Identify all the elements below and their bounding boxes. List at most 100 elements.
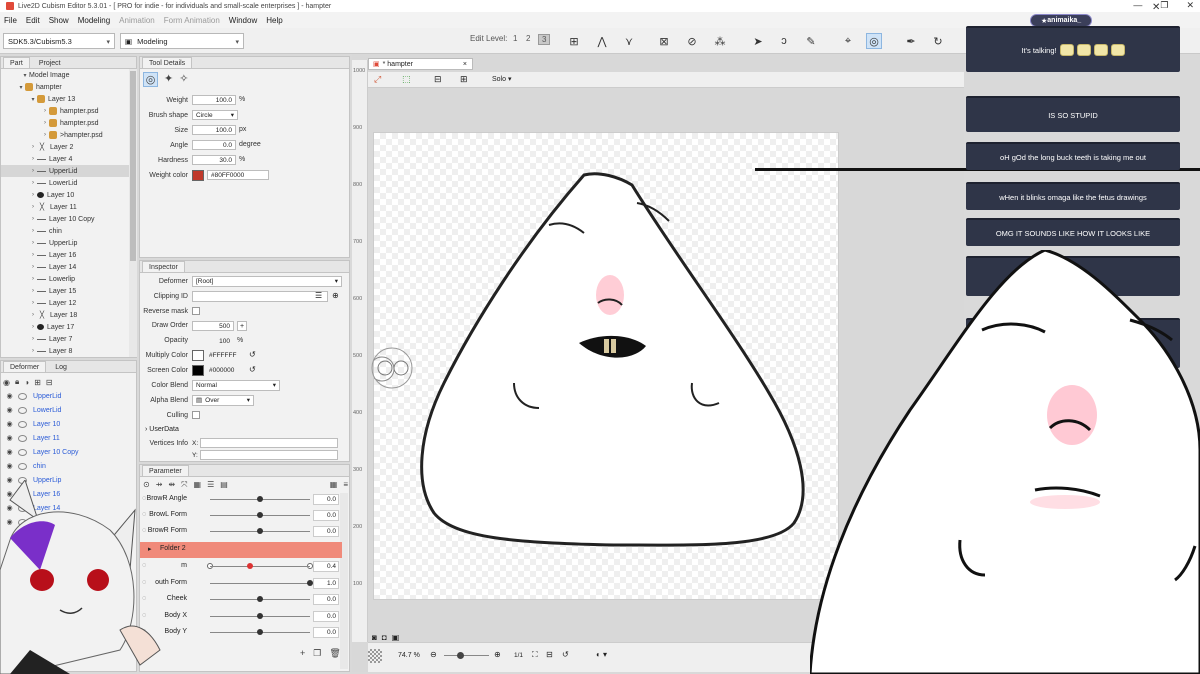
zoom-out-icon[interactable]: ⊖ bbox=[430, 650, 437, 659]
parameter-slider-knob[interactable] bbox=[247, 563, 253, 569]
mode-select[interactable]: ▣ Modeling ▾ bbox=[120, 33, 244, 49]
arrange-icon[interactable]: ⤢ bbox=[374, 74, 381, 85]
calendar-icon[interactable]: ▦ bbox=[330, 480, 338, 492]
weight-color-field[interactable]: #80FF0000 bbox=[207, 170, 269, 180]
ruler-icon[interactable]: ⊞ bbox=[460, 74, 468, 85]
part-tree-item[interactable]: › UpperLip bbox=[1, 237, 129, 249]
chevron-right-icon[interactable]: › bbox=[29, 300, 37, 306]
parameter-value[interactable]: 0.0 bbox=[313, 526, 339, 537]
chevron-right-icon[interactable]: › bbox=[29, 252, 37, 258]
rotate-icon[interactable]: ↻ bbox=[930, 33, 946, 49]
part-tree-item[interactable]: › Layer 8 bbox=[1, 345, 129, 357]
chevron-down-icon[interactable]: ▾ bbox=[29, 96, 37, 103]
reset-icon[interactable]: ↺ bbox=[249, 350, 256, 359]
parameter-row[interactable]: ◌ Body X 0.0 bbox=[140, 609, 342, 625]
close-button[interactable]: ✕ bbox=[1186, 0, 1194, 11]
parameter-slider[interactable] bbox=[210, 582, 310, 584]
deformer-list-item[interactable]: ◉ LowerLid bbox=[1, 403, 131, 417]
menu-edit[interactable]: Edit bbox=[26, 16, 40, 25]
parameter-row[interactable]: ◌ BrowR Form 0.0 bbox=[140, 524, 342, 540]
fit-width-icon[interactable]: ⊟ bbox=[546, 650, 553, 659]
key-add-icon[interactable]: ⇹ bbox=[168, 480, 175, 492]
part-tree-item[interactable]: › chin bbox=[1, 225, 129, 237]
parameter-slider-knob[interactable] bbox=[257, 528, 263, 534]
add-icon[interactable]: + bbox=[300, 648, 305, 659]
lock-icon[interactable] bbox=[18, 406, 27, 414]
tool-detail-field[interactable]: 0.0 bbox=[192, 140, 236, 150]
expand-icon[interactable]: ⊞ bbox=[34, 378, 41, 387]
parameter-slider-knob[interactable] bbox=[257, 612, 263, 619]
chevron-right-icon[interactable]: › bbox=[41, 132, 49, 138]
deformer-select[interactable]: [Root] ▾ bbox=[192, 276, 342, 287]
parameter-row[interactable]: ◌ outh Form 1.0 bbox=[140, 576, 342, 592]
camera-icon[interactable]: ◙ bbox=[372, 633, 377, 642]
menu-help[interactable]: Help bbox=[266, 16, 282, 25]
auto-mesh-auto-icon[interactable]: ⋎ bbox=[621, 33, 637, 49]
chevron-right-icon[interactable]: › bbox=[29, 180, 37, 186]
part-tree-item[interactable]: › ╳ Layer 2 bbox=[1, 141, 129, 153]
list-icon[interactable]: ☰ bbox=[315, 291, 322, 300]
vertices-y-field[interactable] bbox=[200, 450, 338, 460]
parameter-value[interactable]: 0.0 bbox=[313, 627, 339, 638]
chevron-right-icon[interactable]: › bbox=[41, 120, 49, 126]
draw-order-field[interactable]: 500 bbox=[192, 321, 234, 331]
chevron-right-icon[interactable]: › bbox=[29, 168, 37, 174]
eye-icon[interactable]: ◉ bbox=[5, 420, 14, 428]
param-folder-row[interactable]: ▸ Folder 2 bbox=[140, 542, 342, 558]
weight-color-swatch[interactable] bbox=[192, 170, 204, 181]
parameter-row[interactable]: ◌Body Y0.0 bbox=[140, 625, 342, 641]
maximize-button[interactable]: ❐ bbox=[1160, 0, 1168, 11]
tab-project[interactable]: Project bbox=[32, 57, 68, 68]
lock-icon[interactable]: 🔒︎ bbox=[15, 377, 19, 387]
part-tree-item[interactable]: › >hampter.psd bbox=[1, 129, 129, 141]
parameter-value[interactable]: 0.0 bbox=[313, 510, 339, 521]
chevron-right-icon[interactable]: › bbox=[29, 204, 37, 210]
grid-icon[interactable]: ▦ bbox=[194, 480, 202, 492]
part-tree-item[interactable]: › Layer 15 bbox=[1, 285, 129, 297]
eye-icon[interactable]: ◉ bbox=[5, 448, 14, 456]
zoom-slider-knob[interactable] bbox=[457, 652, 464, 659]
canvas-document[interactable] bbox=[373, 132, 839, 600]
chevron-right-icon[interactable]: › bbox=[29, 288, 37, 294]
part-tree-item[interactable]: › Lowerlip bbox=[1, 273, 129, 285]
eye-icon[interactable]: ◉ bbox=[5, 392, 14, 400]
background-toggle-icon[interactable] bbox=[368, 649, 382, 663]
table-icon[interactable]: ▤ bbox=[220, 480, 228, 492]
weight-brush-icon[interactable]: ◎ bbox=[866, 33, 882, 49]
lock-icon[interactable] bbox=[18, 434, 27, 442]
part-tree-item[interactable]: › UpperLid bbox=[1, 165, 129, 177]
minimize-button[interactable]: — bbox=[1133, 0, 1142, 11]
part-tree-item[interactable]: › Layer 17 bbox=[1, 321, 129, 333]
tab-log[interactable]: Log bbox=[48, 361, 74, 372]
chevron-right-icon[interactable]: › bbox=[29, 336, 37, 342]
chevron-right-icon[interactable]: › bbox=[29, 228, 37, 234]
eye-icon[interactable]: ◉ bbox=[3, 378, 10, 387]
eye-icon[interactable]: ◉ bbox=[5, 434, 14, 442]
arrow-select-icon[interactable]: ➤ bbox=[750, 33, 766, 49]
part-tree-item[interactable]: › LowerLid bbox=[1, 177, 129, 189]
tab-inspector[interactable]: Inspector bbox=[142, 261, 185, 272]
eye-icon[interactable]: ◉ bbox=[5, 462, 14, 470]
part-tree-item[interactable]: › Layer 10 bbox=[1, 189, 129, 201]
chevron-right-icon[interactable]: › bbox=[29, 156, 37, 162]
list-icon[interactable]: ☰ bbox=[207, 480, 214, 492]
tab-tool-details[interactable]: Tool Details bbox=[142, 57, 193, 68]
deformer-list-item[interactable]: ◉ Layer 11 bbox=[1, 431, 131, 445]
zoom-slider[interactable] bbox=[444, 652, 489, 659]
collapse-icon[interactable]: ⊟ bbox=[46, 378, 53, 387]
part-scrollbar-thumb[interactable] bbox=[130, 71, 136, 261]
key-remove-icon[interactable]: ⤧ bbox=[181, 480, 187, 492]
weight-brush-icon[interactable]: ◎ bbox=[143, 72, 158, 87]
chevron-right-icon[interactable]: › bbox=[29, 240, 37, 246]
tab-deformer[interactable]: Deformer bbox=[3, 361, 47, 372]
sdk-select[interactable]: SDK5.3/Cubism5.3 ▾ bbox=[3, 33, 115, 49]
chevron-down-icon[interactable]: ▾ bbox=[17, 84, 25, 91]
deformer-list-item[interactable]: ◉ Layer 10 bbox=[1, 417, 131, 431]
menu-show[interactable]: Show bbox=[49, 16, 69, 25]
chevron-right-icon[interactable]: › bbox=[29, 276, 37, 282]
part-tree-item[interactable]: › ╳ Layer 18 bbox=[1, 309, 129, 321]
eye-icon[interactable]: ◉ bbox=[5, 406, 14, 414]
part-tree-item[interactable]: › Layer 7 bbox=[1, 333, 129, 345]
solo-select[interactable]: Solo ▾ bbox=[492, 75, 511, 83]
multiply-color-value[interactable]: #FFFFFF bbox=[209, 352, 236, 359]
